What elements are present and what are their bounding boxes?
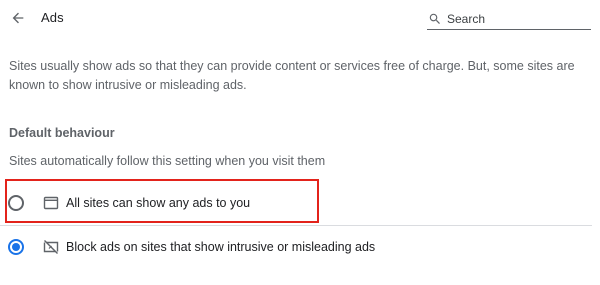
page-title: Ads bbox=[41, 10, 64, 25]
option-block-intrusive-ads[interactable]: Block ads on sites that show intrusive o… bbox=[0, 225, 600, 269]
search-box[interactable] bbox=[427, 8, 591, 30]
page-description: Sites usually show ads so that they can … bbox=[9, 59, 575, 92]
ads-settings-page: Ads Sites usually show ads so that they … bbox=[0, 0, 600, 285]
option-label: All sites can show any ads to you bbox=[66, 196, 251, 210]
radio-allow-all-ads[interactable] bbox=[8, 195, 24, 211]
search-input[interactable] bbox=[447, 11, 587, 26]
back-button[interactable] bbox=[6, 6, 30, 30]
section-title: Default behaviour bbox=[9, 126, 115, 140]
radio-block-intrusive-ads[interactable] bbox=[8, 239, 24, 255]
ads-blocked-icon bbox=[43, 240, 59, 254]
window-icon bbox=[43, 196, 59, 210]
search-icon bbox=[429, 13, 440, 24]
option-allow-all-ads[interactable]: All sites can show any ads to you bbox=[0, 181, 600, 225]
arrow-back-icon bbox=[12, 12, 24, 24]
section-subtitle: Sites automatically follow this setting … bbox=[9, 154, 326, 168]
option-label: Block ads on sites that show intrusive o… bbox=[66, 240, 376, 254]
